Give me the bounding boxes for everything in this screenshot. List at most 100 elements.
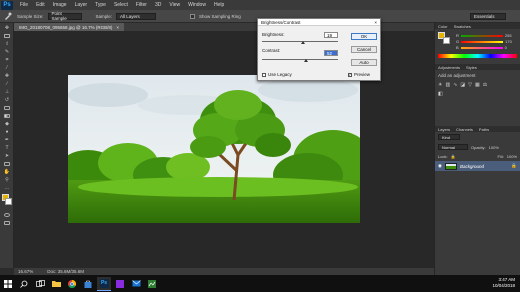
show-ring-checkbox[interactable] xyxy=(190,13,196,19)
brightness-slider-track[interactable] xyxy=(262,41,338,42)
fill-value[interactable]: 100% xyxy=(507,154,517,159)
dialog-close-icon[interactable]: × xyxy=(374,20,377,25)
menu-3d[interactable]: 3D xyxy=(151,2,165,8)
ok-button[interactable]: OK xyxy=(351,33,377,40)
photoshop-icon[interactable]: Ps xyxy=(97,276,111,291)
color-panel-background[interactable] xyxy=(443,37,450,44)
bw-adjustment-icon[interactable]: ◧ xyxy=(438,91,443,97)
mail-icon[interactable] xyxy=(129,277,143,291)
slider-track-g[interactable] xyxy=(461,40,504,43)
preview-checkbox[interactable]: ✓ xyxy=(348,72,352,77)
marquee-tool-icon[interactable] xyxy=(2,32,12,39)
menu-layer[interactable]: Layer xyxy=(71,2,92,8)
type-tool-icon[interactable]: T xyxy=(2,144,12,151)
tab-layers[interactable]: Layers xyxy=(438,127,450,132)
lock-icon[interactable]: 🔒 xyxy=(451,154,456,159)
tab-color[interactable]: Color xyxy=(438,24,448,29)
tab-paths[interactable]: Paths xyxy=(479,127,489,132)
hue-adjustment-icon[interactable]: ▦ xyxy=(475,82,480,88)
menu-file[interactable]: File xyxy=(16,2,32,8)
color-ramp[interactable] xyxy=(438,54,517,58)
chrome-icon[interactable] xyxy=(65,277,79,291)
quick-mask-icon[interactable] xyxy=(2,211,12,218)
menu-view[interactable]: View xyxy=(165,2,184,8)
contrast-slider-track[interactable] xyxy=(262,59,338,60)
tab-styles[interactable]: Styles xyxy=(466,65,477,70)
history-brush-tool-icon[interactable]: ↺ xyxy=(2,96,12,103)
menu-help[interactable]: Help xyxy=(210,2,228,8)
quick-select-tool-icon[interactable]: ✎ xyxy=(2,48,12,55)
slider-value-r[interactable]: 255 xyxy=(505,33,512,38)
cancel-button[interactable]: Cancel xyxy=(351,46,377,53)
blur-tool-icon[interactable]: ◆ xyxy=(2,120,12,127)
brightness-input[interactable]: 19 xyxy=(324,32,338,38)
zoom-tool-icon[interactable]: ⚲ xyxy=(2,176,12,183)
lasso-tool-icon[interactable]: ℓ xyxy=(2,40,12,47)
slider-track-r[interactable] xyxy=(460,34,503,37)
task-view-icon[interactable] xyxy=(33,277,47,291)
slider-value-b[interactable]: 0 xyxy=(505,45,507,50)
vibrance-adjustment-icon[interactable]: ▽ xyxy=(468,82,472,88)
menu-window[interactable]: Window xyxy=(184,2,210,8)
workspace-select[interactable]: Essentials xyxy=(470,12,506,20)
windows-start-icon[interactable] xyxy=(1,277,15,291)
move-tool-icon[interactable]: ✥ xyxy=(2,24,12,31)
use-legacy-checkbox[interactable] xyxy=(262,72,266,77)
eraser-tool-icon[interactable] xyxy=(2,104,12,111)
menu-image[interactable]: Image xyxy=(49,2,71,8)
more-tools-icon[interactable]: … xyxy=(2,184,12,191)
file-explorer-icon[interactable] xyxy=(49,277,63,291)
app-icon-2[interactable] xyxy=(145,277,159,291)
layer-kind-select[interactable]: Kind xyxy=(438,134,460,140)
preview-option[interactable]: ✓ Preview xyxy=(348,72,370,77)
crop-tool-icon[interactable]: ⌗ xyxy=(2,56,12,63)
blend-mode-select[interactable]: Normal xyxy=(438,144,468,150)
contrast-input[interactable]: 52 xyxy=(324,50,338,56)
clone-stamp-tool-icon[interactable]: ⊥ xyxy=(2,88,12,95)
slider-track-b[interactable] xyxy=(460,46,503,49)
sample-select[interactable]: All Layers xyxy=(116,12,157,20)
menu-select[interactable]: Select xyxy=(110,2,132,8)
brightness-slider-thumb[interactable] xyxy=(301,41,306,44)
tab-swatches[interactable]: Swatches xyxy=(454,24,471,29)
store-icon[interactable] xyxy=(81,277,95,291)
dodge-tool-icon[interactable]: ● xyxy=(2,128,12,135)
zoom-level[interactable]: 16.67% xyxy=(18,269,33,274)
auto-button[interactable]: Auto xyxy=(351,59,377,66)
contrast-slider-thumb[interactable] xyxy=(304,59,309,62)
color-panel-swatches[interactable] xyxy=(438,32,452,46)
layer-name[interactable]: Background xyxy=(460,164,484,169)
document-image[interactable] xyxy=(68,75,360,223)
opacity-value[interactable]: 100% xyxy=(489,145,499,150)
search-icon[interactable] xyxy=(17,277,31,291)
eyedropper-tool-icon[interactable]: ⁄ xyxy=(2,64,12,71)
brush-tool-icon[interactable]: ∕ xyxy=(2,80,12,87)
healing-brush-tool-icon[interactable]: ✚ xyxy=(2,72,12,79)
gradient-tool-icon[interactable] xyxy=(2,112,12,119)
taskbar-clock[interactable]: 3:47 AM 10/04/2018 xyxy=(492,277,515,289)
menu-edit[interactable]: Edit xyxy=(32,2,49,8)
levels-adjustment-icon[interactable]: ▥ xyxy=(445,82,450,88)
curves-adjustment-icon[interactable]: ∿ xyxy=(453,82,457,88)
tab-adjustments[interactable]: Adjustments xyxy=(438,65,460,70)
layer-row-background[interactable]: ◉ Background 🔒 xyxy=(435,161,520,171)
use-legacy-option[interactable]: Use Legacy xyxy=(262,72,292,77)
eyedropper-icon[interactable] xyxy=(3,12,13,20)
shape-tool-icon[interactable] xyxy=(2,160,12,167)
menu-filter[interactable]: Filter xyxy=(132,2,151,8)
app-icon[interactable] xyxy=(113,277,127,291)
menu-type[interactable]: Type xyxy=(91,2,110,8)
balance-adjustment-icon[interactable]: ⚖ xyxy=(483,82,487,88)
close-icon[interactable]: × xyxy=(116,25,119,30)
path-select-tool-icon[interactable]: ➤ xyxy=(2,152,12,159)
brightness-adjustment-icon[interactable]: ☀ xyxy=(438,82,442,88)
screen-mode-icon[interactable] xyxy=(2,219,12,226)
color-swatches[interactable] xyxy=(2,194,12,208)
pen-tool-icon[interactable]: ✒ xyxy=(2,136,12,143)
exposure-adjustment-icon[interactable]: ◪ xyxy=(460,82,465,88)
dialog-title-bar[interactable]: Brightness/Contrast × xyxy=(258,19,380,26)
slider-value-g[interactable]: 170 xyxy=(505,39,512,44)
sample-size-select[interactable]: Point Sample xyxy=(47,11,82,21)
eye-icon[interactable]: ◉ xyxy=(438,163,442,169)
background-color-swatch[interactable] xyxy=(5,198,12,205)
